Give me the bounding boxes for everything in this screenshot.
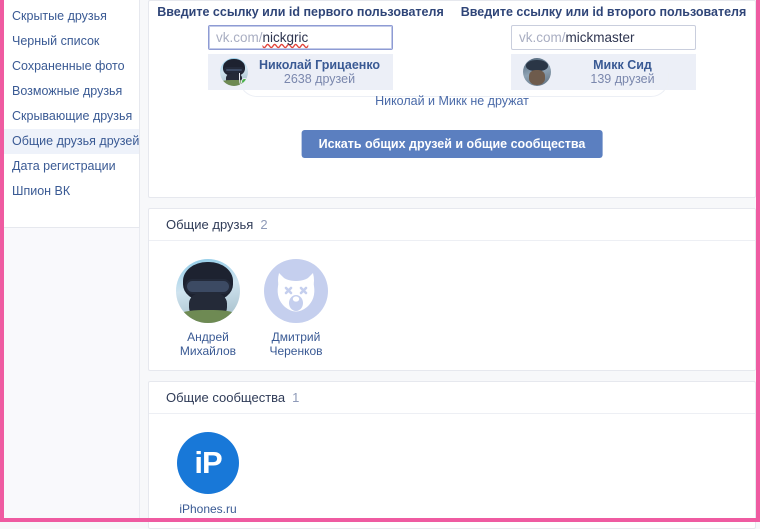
sidebar-item-possible-friends[interactable]: Возможные друзья bbox=[4, 79, 139, 104]
mutual-communities-header: Общие сообщества 1 bbox=[149, 382, 755, 414]
first-user-name: Николай Грицаенко bbox=[258, 58, 381, 72]
sidebar-item-hiding-friends[interactable]: Скрывающие друзья bbox=[4, 104, 139, 129]
list-item[interactable]: Дмитрий Черенков bbox=[259, 259, 333, 358]
sidebar-item-vk-spy[interactable]: Шпион ВК bbox=[4, 179, 139, 204]
first-user-label: Введите ссылку или id первого пользовате… bbox=[157, 5, 444, 19]
first-user-input-prefix: vk.com/ bbox=[216, 30, 263, 45]
sidebar-item-label: Скрывающие друзья bbox=[12, 109, 133, 123]
sidebar-item-label: Общие друзья друзей bbox=[12, 134, 140, 148]
sidebar-background-filler bbox=[4, 228, 140, 518]
mutual-friends-count: 2 bbox=[260, 217, 268, 232]
mutual-friends-title: Общие друзья bbox=[166, 217, 254, 232]
list-item[interactable]: Андрей Михайлов bbox=[171, 259, 245, 358]
mutual-communities-count: 1 bbox=[292, 390, 300, 405]
mutual-friends-card: Общие друзья 2 Андрей Михайлов Дмитрий Ч… bbox=[148, 208, 756, 371]
sidebar-item-mutual-friends-of-friends[interactable]: Общие друзья друзей bbox=[4, 129, 139, 154]
search-form-card: Введите ссылку или id первого пользовате… bbox=[148, 0, 756, 198]
mutual-communities-list: iP iPhones.ru bbox=[149, 414, 755, 528]
page-border-right bbox=[756, 0, 760, 522]
sidebar-item-saved-photos[interactable]: Сохраненные фото bbox=[4, 54, 139, 79]
list-item[interactable]: iP iPhones.ru bbox=[171, 432, 245, 516]
sidebar-item-blacklist[interactable]: Черный список bbox=[4, 29, 139, 54]
friend-name-line1: Дмитрий bbox=[271, 330, 321, 344]
page-border-left bbox=[0, 0, 4, 522]
community-logo-icon: iP bbox=[177, 432, 239, 494]
sidebar-item-hidden-friends[interactable]: Скрытые друзья bbox=[4, 4, 139, 29]
sidebar-item-label: Возможные друзья bbox=[12, 84, 123, 98]
second-user-input-value: mickmaster bbox=[565, 30, 635, 45]
sidebar-item-label: Шпион ВК bbox=[12, 184, 71, 198]
friend-name-line1: Андрей bbox=[187, 330, 229, 344]
community-logo-text: iP bbox=[194, 445, 222, 480]
sidebar-item-label: Скрытые друзья bbox=[12, 9, 107, 23]
second-user-input-prefix: vk.com/ bbox=[519, 30, 566, 45]
friend-name-line2: Михайлов bbox=[179, 344, 237, 358]
sidebar-nav: Скрытые друзья Черный список Сохраненные… bbox=[4, 0, 140, 228]
first-user-input-value: nickgric bbox=[262, 30, 309, 45]
relation-status: Николай и Микк не дружат bbox=[375, 94, 529, 108]
second-user-input[interactable]: vk.com/mickmaster bbox=[511, 25, 696, 50]
mutual-friends-list: Андрей Михайлов Дмитрий Черенков bbox=[149, 241, 755, 370]
search-button[interactable]: Искать общих друзей и общие сообщества bbox=[301, 130, 603, 158]
second-user-label: Введите ссылку или id второго пользовате… bbox=[460, 5, 747, 19]
sidebar-item-label: Сохраненные фото bbox=[12, 59, 125, 73]
friend-name-line2: Черенков bbox=[269, 344, 323, 358]
second-user-name: Микк Сид bbox=[593, 58, 652, 72]
mutual-communities-card: Общие сообщества 1 iP iPhones.ru bbox=[148, 381, 756, 529]
main-content: Введите ссылку или id первого пользовате… bbox=[148, 0, 756, 529]
mutual-communities-title: Общие сообщества bbox=[166, 390, 286, 405]
sidebar-item-registration-date[interactable]: Дата регистрации bbox=[4, 154, 139, 179]
page-viewport: Скрытые друзья Черный список Сохраненные… bbox=[4, 0, 756, 529]
avatar bbox=[176, 259, 240, 323]
sidebar-item-label: Дата регистрации bbox=[12, 159, 116, 173]
mutual-friends-header: Общие друзья 2 bbox=[149, 209, 755, 241]
page-border-bottom bbox=[0, 518, 760, 522]
community-name: iPhones.ru bbox=[179, 502, 237, 516]
first-user-input[interactable]: vk.com/nickgric bbox=[208, 25, 393, 50]
sidebar-item-label: Черный список bbox=[12, 34, 100, 48]
dog-placeholder-icon bbox=[264, 259, 328, 323]
